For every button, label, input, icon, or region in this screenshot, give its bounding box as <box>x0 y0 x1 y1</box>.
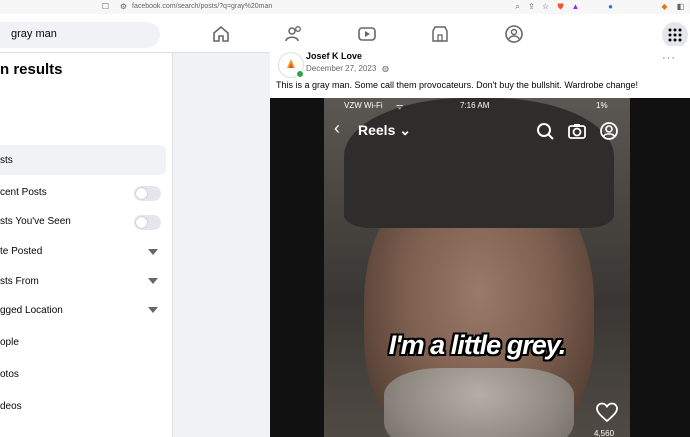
groups-icon[interactable] <box>504 24 524 44</box>
site-settings-icon[interactable]: ⚙ <box>119 2 128 11</box>
video-icon[interactable] <box>357 24 377 44</box>
reels-label: Reels ⌄ <box>358 122 411 138</box>
chevron-down-icon[interactable] <box>148 249 158 255</box>
post-card: Josef K Love December 27, 2023 ◍ ··· Thi… <box>270 46 690 437</box>
like-count: 4,560 <box>594 429 615 437</box>
grid-icon <box>668 28 682 42</box>
search-box[interactable]: gray man <box>0 22 160 48</box>
recent-posts-toggle[interactable] <box>134 186 161 201</box>
reel-frame: VZW Wi-Fi ᯤ 7:16 AM 1% ‹ Reels ⌄ I'm a l… <box>324 98 630 437</box>
messenger-icon[interactable]: ● <box>606 2 615 11</box>
battery-level: 1% <box>596 101 608 110</box>
wifi-icon: ᯤ <box>396 102 404 111</box>
more-options-button[interactable]: ··· <box>662 52 676 64</box>
posts-seen-toggle[interactable] <box>134 215 161 230</box>
sidebar-item-date-posted[interactable]: te Posted <box>0 246 42 257</box>
post-text: This is a gray man. Some call them provo… <box>276 80 639 90</box>
video-beanie <box>344 98 614 228</box>
sidebar-item-posts-selected[interactable] <box>0 145 166 175</box>
sidebar-item-people[interactable]: ople <box>0 337 19 348</box>
brave-shield-icon[interactable]: ⛊ <box>556 2 565 11</box>
marketplace-icon[interactable] <box>430 24 450 44</box>
phone-time: 7:16 AM <box>460 101 490 110</box>
search-input[interactable]: gray man <box>11 28 57 40</box>
post-author[interactable]: Josef K Love <box>306 51 362 61</box>
brave-rewards-icon[interactable]: ▲ <box>571 2 580 11</box>
camera-icon <box>568 124 586 139</box>
back-chevron-icon: ‹ <box>334 118 340 138</box>
friends-icon[interactable] <box>284 24 304 44</box>
address-bar[interactable]: facebook.com/search/posts/?q=gray%20man <box>132 3 272 10</box>
share-icon[interactable]: ⇪ <box>527 2 536 11</box>
extensions-icon[interactable]: ◧ <box>676 2 685 11</box>
zoom-icon[interactable]: ⌕ <box>513 2 522 11</box>
metamask-icon[interactable]: ◆ <box>660 2 669 11</box>
browser-toolbar: ☐ ⚙ facebook.com/search/posts/?q=gray%20… <box>0 0 690 15</box>
profile-icon <box>600 122 618 140</box>
online-status-dot <box>296 70 304 78</box>
heart-icon <box>596 402 618 423</box>
page-title: n results <box>0 61 63 78</box>
star-icon[interactable]: ☆ <box>541 2 550 11</box>
sidebar-item-posts-from[interactable]: sts From <box>0 276 39 287</box>
sidebar-item-posts[interactable]: sts <box>0 155 13 166</box>
carrier-label: VZW Wi-Fi <box>344 101 383 110</box>
bookmark-icon[interactable]: ☐ <box>101 2 110 11</box>
chevron-down-icon[interactable] <box>148 278 158 284</box>
video-beard <box>384 368 574 437</box>
search-icon <box>537 123 554 140</box>
home-icon[interactable] <box>211 24 231 44</box>
search-filters-sidebar: n results sts cent Posts sts You've Seen… <box>0 53 173 437</box>
post-date[interactable]: December 27, 2023 <box>306 64 376 73</box>
avatar[interactable] <box>278 52 304 78</box>
globe-icon: ◍ <box>382 64 389 73</box>
sidebar-item-recent-posts[interactable]: cent Posts <box>0 187 47 198</box>
sidebar-item-photos[interactable]: otos <box>0 369 19 380</box>
chevron-down-icon[interactable] <box>148 307 158 313</box>
phone-status-bar: VZW Wi-Fi ᯤ 7:16 AM 1% <box>324 98 630 112</box>
menu-grid-button[interactable] <box>662 22 688 48</box>
video-player[interactable]: VZW Wi-Fi ᯤ 7:16 AM 1% ‹ Reels ⌄ I'm a l… <box>270 98 690 437</box>
sidebar-item-videos[interactable]: deos <box>0 401 22 412</box>
sidebar-item-posts-seen[interactable]: sts You've Seen <box>0 216 71 227</box>
video-caption: I'm a little grey. <box>388 330 566 360</box>
sidebar-item-tagged-location[interactable]: gged Location <box>0 305 63 316</box>
